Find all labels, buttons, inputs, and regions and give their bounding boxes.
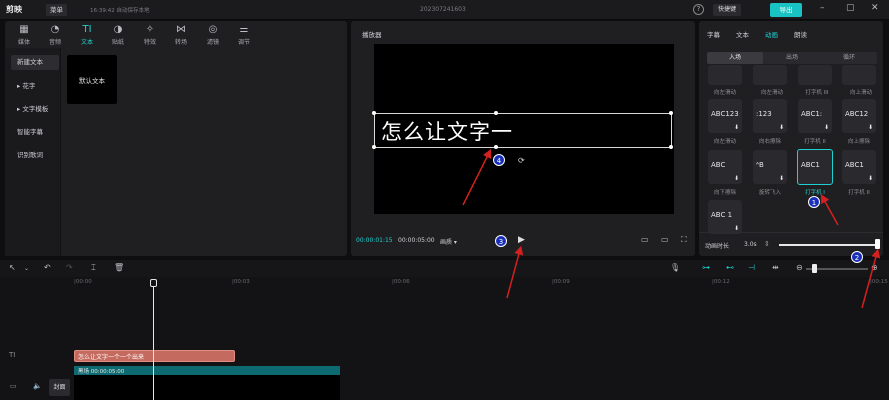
marker-number: 4 xyxy=(497,157,502,165)
marker-3: 3 xyxy=(495,235,507,247)
marker-2: 2 xyxy=(851,251,863,263)
marker-number: 3 xyxy=(499,238,503,246)
annotation-arrow xyxy=(506,245,524,299)
annotation-arrow xyxy=(861,248,881,309)
annotation-arrow xyxy=(820,194,839,226)
marker-number: 2 xyxy=(855,254,859,262)
annotation-arrow xyxy=(462,148,492,206)
marker-1: 1 xyxy=(808,196,820,208)
marker-4: 4 xyxy=(493,154,505,166)
marker-number: 1 xyxy=(812,199,816,207)
tutorial-annotations: 4 3 1 2 xyxy=(462,148,881,309)
